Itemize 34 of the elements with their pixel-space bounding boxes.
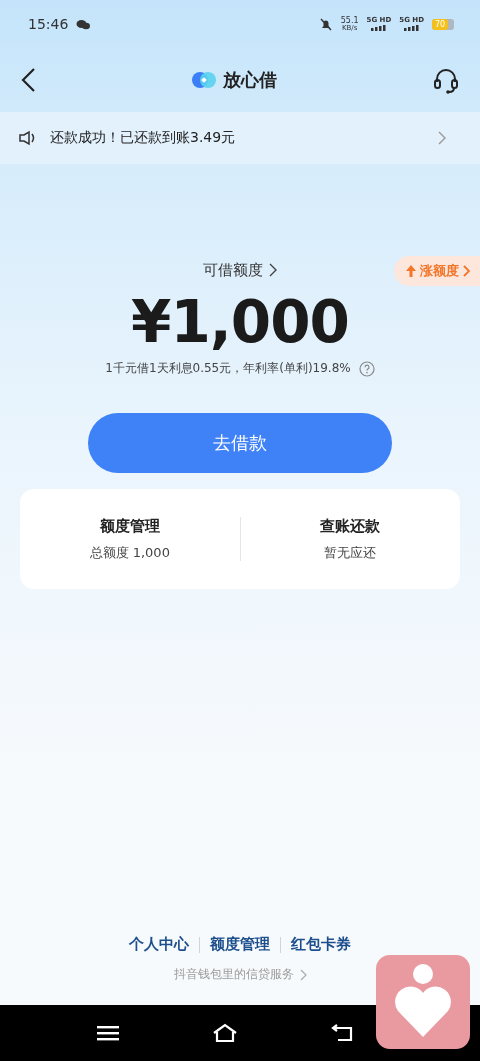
credit-amount: ¥1,000	[131, 287, 349, 358]
app-title: 放心借	[223, 68, 277, 92]
up-arrow-icon	[406, 265, 416, 277]
chevron-icon	[299, 968, 307, 981]
card-subtitle: 暂无应还	[324, 543, 377, 562]
signal-icon	[403, 25, 420, 31]
speaker-icon	[18, 130, 36, 146]
headset-icon[interactable]	[432, 66, 460, 94]
signal-icon	[370, 25, 387, 31]
borrow-button[interactable]: 去借款	[88, 413, 392, 473]
back-icon[interactable]	[20, 67, 36, 93]
battery-level: 70	[432, 18, 448, 30]
rate-note: 1千元借1天利息0.55元，年利率(单利)19.8%	[105, 360, 351, 377]
back-arrow-icon[interactable]	[331, 1024, 354, 1042]
credit-label: 可借额度	[203, 260, 263, 280]
chevron-icon	[269, 263, 277, 277]
home-icon[interactable]	[212, 1023, 238, 1043]
muted-bell-icon	[318, 17, 333, 31]
footer-link[interactable]: 红包卡券	[291, 935, 351, 954]
card-title[interactable]: 查账还款	[320, 516, 381, 536]
chat-icon	[76, 18, 91, 30]
network-speed: 55.1	[340, 16, 359, 25]
notice-bar[interactable]: 还款成功！已还款到账3.49元	[0, 112, 480, 164]
footer-link[interactable]: 个人中心	[129, 935, 189, 954]
card-title[interactable]: 额度管理	[99, 516, 160, 536]
footer-link[interactable]: 额度管理	[210, 935, 270, 954]
clock-time: 15:46	[28, 16, 69, 32]
notice-text: 还款成功！已还款到账3.49元	[50, 129, 237, 147]
chevron-icon	[463, 265, 470, 277]
help-icon[interactable]	[358, 360, 375, 377]
menu-icon[interactable]	[96, 1025, 119, 1041]
logo-icon	[191, 70, 217, 90]
card-subtitle: 总额度 1,000	[89, 543, 170, 562]
chevron-icon	[438, 131, 446, 145]
